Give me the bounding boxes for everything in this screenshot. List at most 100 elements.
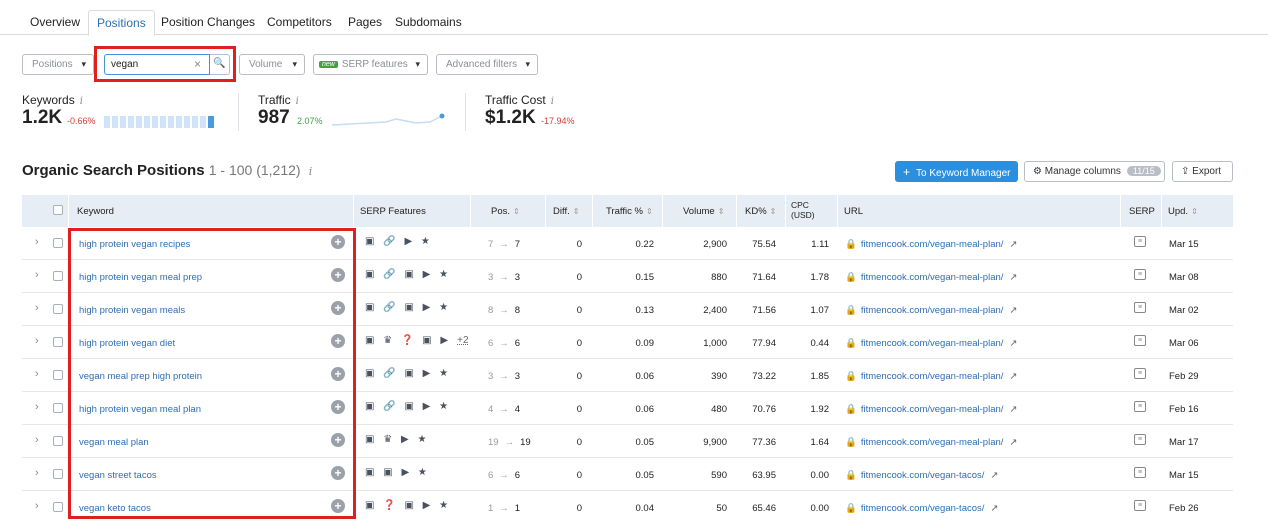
expand-row-icon[interactable]: › <box>35 467 39 479</box>
export-label: Export <box>1192 166 1222 177</box>
serp-snapshot-icon[interactable]: ≡ <box>1134 368 1146 379</box>
url-link[interactable]: fitmencook.com/vegan-meal-plan/ <box>861 371 1004 382</box>
serp-snapshot-icon[interactable]: ≡ <box>1134 434 1146 445</box>
search-button[interactable]: 🔍 <box>210 54 230 75</box>
manage-columns-button[interactable]: ⚙ Manage columns 11/15 <box>1024 161 1165 182</box>
row-checkbox[interactable] <box>53 337 63 347</box>
expand-row-icon[interactable]: › <box>35 269 39 281</box>
serp-features-icons: ▣ ❓ ▣ ▶ ★ <box>365 500 457 511</box>
external-link-icon[interactable]: ↗ <box>1009 272 1017 283</box>
column-header-keyword[interactable]: Keyword <box>77 206 114 217</box>
positions-filter-dropdown[interactable]: Positions ▾ <box>22 54 94 75</box>
url-link[interactable]: fitmencook.com/vegan-meal-plan/ <box>861 404 1004 415</box>
cpc-header-line2: (USD) <box>791 210 815 220</box>
serp-features-filter-dropdown[interactable]: new SERP features ▾ <box>313 54 428 75</box>
url-link[interactable]: fitmencook.com/vegan-meal-plan/ <box>861 272 1004 283</box>
column-header-url[interactable]: URL <box>844 206 863 217</box>
column-header-cpc[interactable]: CPC (USD) <box>791 200 815 220</box>
expand-row-icon[interactable]: › <box>35 302 39 314</box>
url-link[interactable]: fitmencook.com/vegan-tacos/ <box>861 503 985 514</box>
row-checkbox[interactable] <box>53 469 63 479</box>
info-icon[interactable]: i <box>309 165 313 178</box>
column-header-pos[interactable]: Pos. ⇕ <box>491 206 520 217</box>
serp-features-icons: ▣ 🔗 ▣ ▶ ★ <box>365 401 457 412</box>
tab-competitors[interactable]: Competitors <box>259 10 340 36</box>
column-header-diff[interactable]: Diff. ⇕ <box>553 206 579 217</box>
lock-icon: 🔒 <box>845 272 857 283</box>
upd-header-text: Upd. <box>1168 206 1189 217</box>
serp-snapshot-icon[interactable]: ≡ <box>1134 236 1146 247</box>
serp-snapshot-icon[interactable]: ≡ <box>1134 401 1146 412</box>
tab-pages[interactable]: Pages <box>340 10 390 36</box>
serp-snapshot-icon[interactable]: ≡ <box>1134 500 1146 511</box>
info-icon[interactable]: i <box>80 96 83 107</box>
clear-icon[interactable]: × <box>194 57 201 71</box>
previous-position: 7 <box>488 239 494 250</box>
chevron-down-icon: ▾ <box>415 59 420 69</box>
current-position: 19 <box>520 437 531 448</box>
external-link-icon[interactable]: ↗ <box>990 503 998 514</box>
row-checkbox[interactable] <box>53 238 63 248</box>
row-checkbox[interactable] <box>53 304 63 314</box>
keywords-trend-bars <box>104 116 214 128</box>
expand-row-icon[interactable]: › <box>35 236 39 248</box>
select-all-checkbox[interactable] <box>53 205 63 215</box>
expand-row-icon[interactable]: › <box>35 500 39 512</box>
to-keyword-manager-button[interactable]: + To Keyword Manager <box>895 161 1018 182</box>
external-link-icon[interactable]: ↗ <box>1009 305 1017 316</box>
row-checkbox[interactable] <box>53 436 63 446</box>
tab-position-changes[interactable]: Position Changes <box>153 10 263 36</box>
column-header-volume[interactable]: Volume ⇕ <box>683 206 724 217</box>
lock-icon: 🔒 <box>845 305 857 316</box>
url-link[interactable]: fitmencook.com/vegan-meal-plan/ <box>861 239 1004 250</box>
diff-header-text: Diff. <box>553 206 570 217</box>
tab-subdomains[interactable]: Subdomains <box>387 10 470 36</box>
column-header-upd[interactable]: Upd. ⇕ <box>1168 206 1198 217</box>
row-checkbox[interactable] <box>53 271 63 281</box>
tab-overview[interactable]: Overview <box>22 10 88 36</box>
expand-row-icon[interactable]: › <box>35 368 39 380</box>
expand-row-icon[interactable]: › <box>35 401 39 413</box>
volume-filter-dropdown[interactable]: Volume ▾ <box>239 54 305 75</box>
serp-snapshot-icon[interactable]: ≡ <box>1134 269 1146 280</box>
row-checkbox[interactable] <box>53 370 63 380</box>
metric-divider <box>238 93 239 131</box>
volume-filter-label: Volume <box>249 59 283 70</box>
column-header-kd[interactable]: KD% ⇕ <box>745 206 776 217</box>
row-checkbox[interactable] <box>53 403 63 413</box>
updated-cell: Feb 29 <box>1169 371 1199 382</box>
expand-row-icon[interactable]: › <box>35 434 39 446</box>
external-link-icon[interactable]: ↗ <box>1009 404 1017 415</box>
serp-snapshot-icon[interactable]: ≡ <box>1134 335 1146 346</box>
serp-snapshot-icon[interactable]: ≡ <box>1134 467 1146 478</box>
manage-columns-label: Manage columns <box>1044 166 1121 177</box>
expand-row-icon[interactable]: › <box>35 335 39 347</box>
advanced-filters-dropdown[interactable]: Advanced filters ▾ <box>436 54 538 75</box>
column-header-serp-features[interactable]: SERP Features <box>360 206 426 217</box>
row-checkbox[interactable] <box>53 502 63 512</box>
column-header-serp[interactable]: SERP <box>1129 206 1155 217</box>
sort-icon: ⇕ <box>572 207 580 216</box>
previous-position: 4 <box>488 404 494 415</box>
external-link-icon[interactable]: ↗ <box>1009 371 1017 382</box>
url-link[interactable]: fitmencook.com/vegan-meal-plan/ <box>861 437 1004 448</box>
info-icon[interactable]: i <box>551 96 554 107</box>
url-link[interactable]: fitmencook.com/vegan-meal-plan/ <box>861 305 1004 316</box>
url-link[interactable]: fitmencook.com/vegan-tacos/ <box>861 470 985 481</box>
section-title: Organic Search Positions 1 - 100 (1,212)… <box>22 162 312 179</box>
external-link-icon[interactable]: ↗ <box>1009 338 1017 349</box>
column-header-traffic-pct[interactable]: Traffic % ⇕ <box>606 206 653 217</box>
chevron-down-icon: ▾ <box>292 59 297 69</box>
info-icon[interactable]: i <box>296 96 299 107</box>
export-button[interactable]: ⇪ Export <box>1172 161 1233 182</box>
serp-snapshot-icon[interactable]: ≡ <box>1134 302 1146 313</box>
tab-positions[interactable]: Positions <box>88 10 155 36</box>
lock-icon: 🔒 <box>845 470 857 481</box>
serp-features-more[interactable]: +2 <box>457 335 468 346</box>
url-link[interactable]: fitmencook.com/vegan-meal-plan/ <box>861 338 1004 349</box>
volume-header-text: Volume <box>683 206 715 217</box>
external-link-icon[interactable]: ↗ <box>1009 437 1017 448</box>
position-cell: 6 → 6 <box>488 338 520 349</box>
external-link-icon[interactable]: ↗ <box>1009 239 1017 250</box>
external-link-icon[interactable]: ↗ <box>990 470 998 481</box>
